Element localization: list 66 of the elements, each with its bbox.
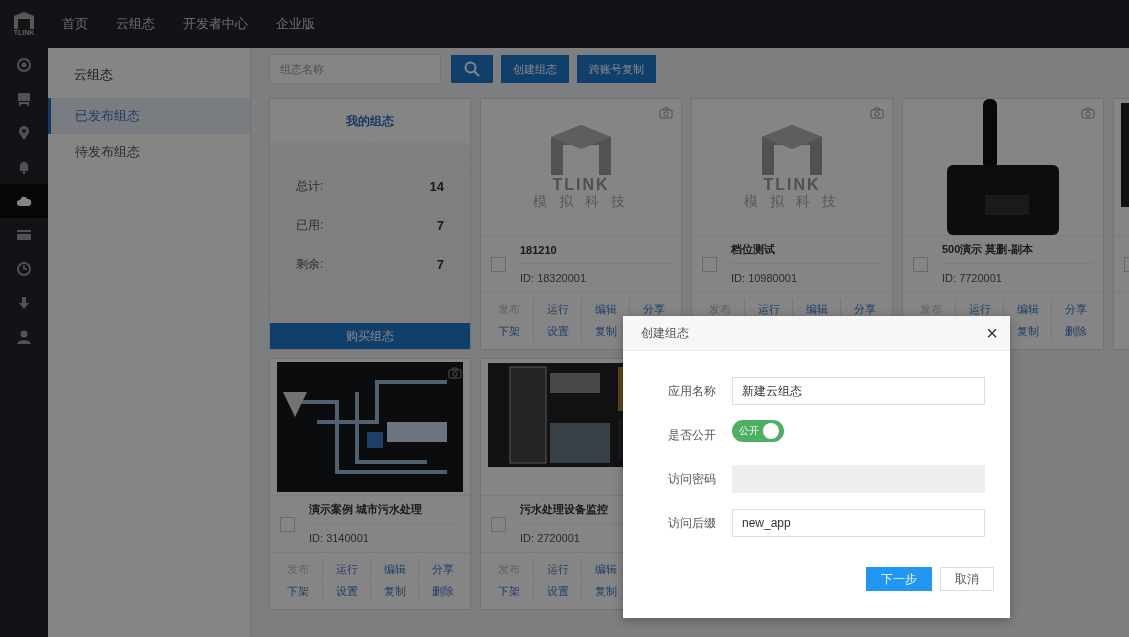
nav-link[interactable]: 企业版 (262, 15, 329, 33)
action-link[interactable]: 运行 (533, 299, 581, 319)
stat-value: 14 (429, 178, 444, 194)
nav-link[interactable]: 云组态 (102, 15, 169, 33)
action-link[interactable]: 编辑 (370, 559, 418, 579)
camera-icon[interactable] (448, 367, 462, 379)
cloud-icon[interactable] (0, 184, 48, 218)
search-icon (464, 61, 480, 77)
project-id: ID: 7720001 (942, 270, 1003, 286)
project-name: 档位测试 (731, 236, 882, 264)
field-label: 访问密码 (668, 470, 717, 488)
action-link[interactable]: 删除 (1051, 321, 1099, 341)
action-link[interactable]: 分享 (1051, 299, 1099, 319)
project-name: 500演示 莫删-副本 (942, 236, 1093, 264)
project-id: ID: 2720001 (520, 530, 581, 546)
action-link[interactable]: 下架 (485, 321, 533, 341)
action-link[interactable]: 运行 (322, 559, 370, 579)
action-link[interactable]: 复制 (370, 581, 418, 601)
sidebar-item[interactable]: 待发布组态 (48, 134, 250, 170)
input-field[interactable]: 新建云组态 (732, 377, 985, 405)
action-link[interactable]: 设置 (322, 581, 370, 601)
project-id: ID: 18320001 (520, 270, 588, 286)
stat-label: 总计: (296, 177, 324, 195)
sidebar-item[interactable]: 已发布组态 (48, 98, 250, 134)
action-link[interactable]: 下架 (485, 581, 533, 601)
camera-icon[interactable] (659, 107, 673, 119)
dialog-title: 创建组态 (641, 324, 689, 342)
camera-icon[interactable] (1081, 107, 1095, 119)
action-link[interactable]: 设置 (533, 581, 581, 601)
nav-link[interactable]: 开发者中心 (169, 15, 262, 33)
summary-title: 我的组态 (345, 112, 395, 130)
project-name: 181210 (520, 236, 671, 264)
project-id: ID: 3140001 (309, 530, 370, 546)
checkbox[interactable] (913, 256, 928, 272)
toolbar-button[interactable]: 跨账号复制 (577, 55, 656, 83)
camera-icon[interactable] (870, 107, 884, 119)
stat-label: 剩余: (296, 255, 324, 273)
stat-value: 7 (436, 256, 444, 272)
action-link[interactable]: 下架 (274, 581, 322, 601)
logo-icon (549, 123, 613, 177)
sidebar-title: 云组态 (73, 66, 114, 84)
toolbar-button[interactable]: 创建组态 (501, 55, 569, 83)
checkbox[interactable] (280, 516, 295, 532)
stat-label: 已用: (296, 216, 324, 234)
project-name: 演示案例 城市污水处理 (309, 496, 460, 524)
buy-button[interactable]: 购买组态 (270, 323, 470, 349)
dialog-button[interactable]: 下一步 (866, 567, 932, 591)
close-button[interactable]: × (986, 323, 998, 343)
public-toggle[interactable]: 公开 (732, 420, 784, 442)
logo-icon (760, 123, 824, 177)
checkbox[interactable] (702, 256, 717, 272)
field-label: 应用名称 (668, 382, 717, 400)
input-field[interactable]: new_app (732, 509, 985, 537)
nav-link[interactable]: 首页 (48, 15, 102, 33)
action-link[interactable]: 删除 (418, 581, 466, 601)
action-link[interactable]: 设置 (533, 321, 581, 341)
checkbox[interactable] (491, 516, 506, 532)
field-label: 是否公开 (668, 426, 717, 444)
stat-value: 7 (436, 217, 444, 233)
field-label: 访问后缀 (668, 514, 717, 532)
project-id: ID: 10980001 (731, 270, 799, 286)
search-button[interactable] (451, 55, 493, 83)
action-link[interactable]: 运行 (533, 559, 581, 579)
action-link[interactable]: 分享 (418, 559, 466, 579)
checkbox[interactable] (491, 256, 506, 272)
dialog-button[interactable]: 取消 (940, 567, 994, 591)
